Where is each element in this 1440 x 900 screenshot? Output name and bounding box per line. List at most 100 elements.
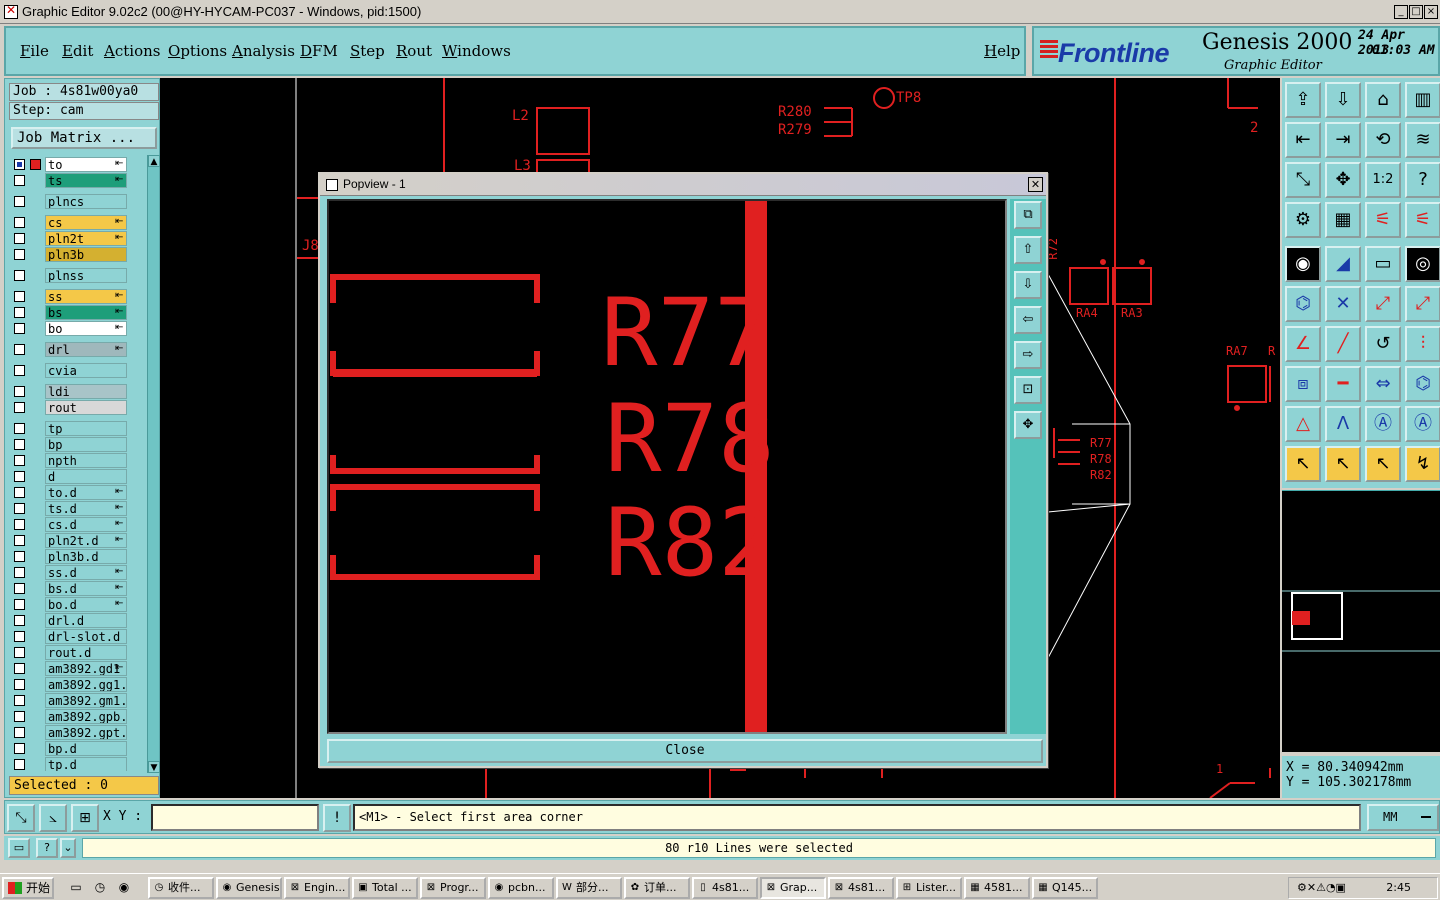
layer-name[interactable]: tp.d — [45, 757, 127, 771]
layer-name[interactable]: am3892.gm1. — [45, 693, 127, 708]
stretch-icon[interactable]: ⇔ — [1365, 366, 1401, 402]
layer-name[interactable]: cvia — [45, 363, 127, 378]
exclaim-button[interactable]: ! — [323, 804, 351, 832]
layer-row[interactable]: am3892.gg1. — [11, 677, 147, 692]
layer-checkbox[interactable] — [14, 386, 25, 397]
layer-checkbox[interactable] — [14, 402, 25, 413]
select-icon[interactable]: ↖ — [1285, 446, 1321, 482]
layer-name[interactable]: plncs — [45, 194, 127, 209]
layer-checkbox[interactable] — [14, 679, 25, 690]
circle-icon[interactable]: ◎ — [1405, 246, 1440, 282]
popview-tool-pan-icon[interactable]: ✥ — [1014, 411, 1042, 439]
layer-row[interactable]: cs.d ⇤ — [11, 517, 147, 532]
popview-canvas[interactable]: R77 R78 R82 — [327, 199, 1007, 734]
layer-checkbox[interactable] — [14, 217, 25, 228]
layer-name[interactable]: rout — [45, 400, 127, 415]
close-window-button[interactable]: × — [1424, 5, 1438, 19]
layer-row[interactable]: to ⇤ — [11, 157, 147, 172]
menu-edit[interactable]: Edit — [62, 42, 93, 60]
layer-checkbox[interactable] — [14, 233, 25, 244]
layer-row[interactable]: plncs — [11, 194, 147, 209]
layer-row[interactable]: bp — [11, 437, 147, 452]
tool-settings-icon[interactable]: ⚙ — [1285, 202, 1321, 238]
menu-actions[interactable]: Actions — [104, 42, 160, 60]
layer-row[interactable]: tp.d — [11, 757, 147, 771]
layer-row[interactable]: rout — [11, 400, 147, 415]
taskbar-item[interactable]: W 部分... — [556, 877, 622, 899]
import-icon[interactable]: ⇤ — [1285, 122, 1321, 158]
layer-checkbox[interactable] — [14, 323, 25, 334]
layer-row[interactable]: cvia — [11, 363, 147, 378]
lightning-icon[interactable]: ↯ — [1405, 446, 1440, 482]
popview-tool-fit-icon[interactable]: ⧉ — [1014, 201, 1042, 229]
expand-icon[interactable]: ⌄ — [60, 838, 76, 858]
layer-checkbox[interactable] — [14, 663, 25, 674]
layers-alt-icon[interactable]: ⚟ — [1405, 202, 1440, 238]
layer-checkbox[interactable] — [14, 365, 25, 376]
layer-name[interactable]: plnss — [45, 268, 127, 283]
measure-tool-icon[interactable]: ⦣ — [39, 804, 67, 832]
wave-icon[interactable]: ≋ — [1405, 122, 1440, 158]
layer-row[interactable]: tp — [11, 421, 147, 436]
layer-checkbox[interactable] — [14, 727, 25, 738]
layer-checkbox[interactable] — [14, 695, 25, 706]
layer-checkbox[interactable] — [14, 344, 25, 355]
layer-checkbox[interactable] — [14, 535, 25, 546]
taskbar-item[interactable]: ⊠ 4s81... — [828, 877, 894, 899]
taskbar-item[interactable]: ▯ 4s81... — [692, 877, 758, 899]
maximize-button[interactable]: □ — [1409, 5, 1423, 19]
layer-checkbox[interactable] — [14, 270, 25, 281]
layer-row[interactable]: ss.d ⇤ — [11, 565, 147, 580]
dash-icon[interactable]: ━ — [1325, 366, 1361, 402]
layer-name[interactable]: drl-slot.d — [45, 629, 127, 644]
layer-row[interactable]: pln2t.d ⇤ — [11, 533, 147, 548]
layer-checkbox[interactable] — [14, 615, 25, 626]
layer-row[interactable]: ts.d ⇤ — [11, 501, 147, 516]
layer-row[interactable]: pln3b — [11, 247, 147, 262]
layer-row[interactable]: plnss — [11, 268, 147, 283]
undo-icon[interactable]: ⟲ — [1365, 122, 1401, 158]
triangle-icon[interactable]: △ — [1285, 406, 1321, 442]
taskbar-item[interactable]: ⊞ Lister... — [896, 877, 962, 899]
layer-row[interactable]: drl ⇤ — [11, 342, 147, 357]
layer-name[interactable]: d — [45, 469, 127, 484]
layer-row[interactable]: ts ⇤ — [11, 173, 147, 188]
xy-input[interactable] — [151, 804, 319, 831]
quicklaunch-clock-icon[interactable]: ◷ — [92, 879, 108, 895]
select-alt-icon[interactable]: ↖ — [1365, 446, 1401, 482]
layer-row[interactable]: cs ⇤ — [11, 215, 147, 230]
layer-row[interactable]: bs ⇤ — [11, 305, 147, 320]
taskbar-item[interactable]: ⊠ Engin... — [284, 877, 350, 899]
group-icon[interactable]: ⌬ — [1405, 366, 1440, 402]
taskbar-item[interactable]: ⊠ Grap... — [760, 877, 826, 899]
scroll-up-icon[interactable]: ▲ — [148, 155, 160, 167]
panel-icon[interactable]: ▥ — [1405, 82, 1440, 118]
layer-row[interactable]: to.d ⇤ — [11, 485, 147, 500]
taskbar-item[interactable]: ◉ Genesis — [216, 877, 282, 899]
grid-icon[interactable]: ▦ — [1325, 202, 1361, 238]
layer-row[interactable]: am3892.gd1 ⇤ — [11, 661, 147, 676]
resize-icon[interactable]: ⧈ — [1285, 366, 1321, 402]
arc-icon[interactable]: ↺ — [1365, 326, 1401, 362]
taskbar-item[interactable]: ✿ 订单... — [624, 877, 690, 899]
taskbar-item[interactable]: ◉ pcbn... — [488, 877, 554, 899]
start-button[interactable]: 开始 — [2, 877, 54, 899]
menu-windows[interactable]: Windows — [442, 42, 511, 60]
layer-checkbox[interactable] — [14, 175, 25, 186]
menu-rout[interactable]: Rout — [396, 42, 432, 60]
layer-row[interactable]: bs.d ⇤ — [11, 581, 147, 596]
layer-row[interactable]: am3892.gm1. — [11, 693, 147, 708]
layer-checkbox[interactable] — [14, 583, 25, 594]
popview-tool-down-icon[interactable]: ⇩ — [1014, 271, 1042, 299]
layer-color-swatch[interactable] — [30, 159, 41, 170]
popview-tool-zoom-icon[interactable]: ⊡ — [1014, 376, 1042, 404]
layer-row[interactable]: pln3b.d — [11, 549, 147, 564]
layer-name[interactable]: am3892.gg1. — [45, 677, 127, 692]
layer-checkbox[interactable] — [14, 455, 25, 466]
layer-row[interactable]: drl-slot.d — [11, 629, 147, 644]
scroll-down-icon[interactable]: ▼ — [148, 761, 160, 773]
popview-tool-left-icon[interactable]: ⇦ — [1014, 306, 1042, 334]
popview-tool-up-icon[interactable]: ⇧ — [1014, 236, 1042, 264]
minimize-button[interactable]: _ — [1394, 5, 1408, 19]
select-box-icon[interactable]: ↖ — [1325, 446, 1361, 482]
